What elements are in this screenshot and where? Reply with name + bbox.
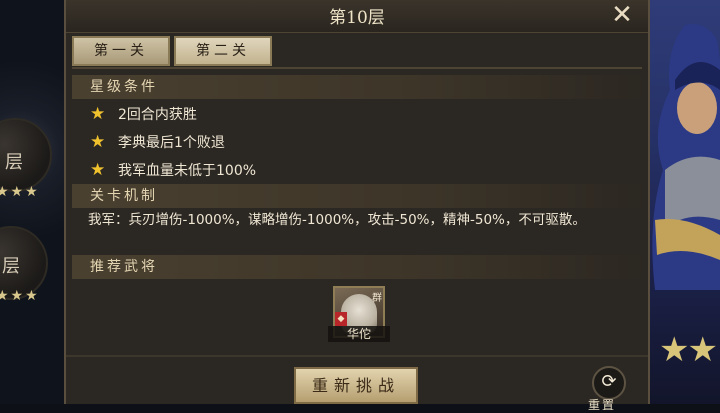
background-stars: ★★: [659, 330, 718, 370]
condition-text: 李典最后1个败退: [118, 135, 225, 151]
star-icon: ★: [90, 160, 106, 180]
section-recommended: 推荐武将: [72, 255, 642, 279]
floor-label: 层: [2, 256, 20, 277]
reset-icon[interactable]: ⟳: [592, 366, 626, 400]
hero-tag-icon: ◆: [335, 312, 347, 326]
tab-divider: [72, 67, 642, 69]
background-left: [0, 0, 70, 404]
mechanics-text: 我军：兵刃增伤-1000%，谋略增伤-1000%，攻击-50%，精神-50%，不…: [88, 212, 586, 228]
condition-text: 2回合内获胜: [118, 107, 197, 123]
hero-faction: 群: [372, 293, 382, 304]
condition-item: ★ 2回合内获胜: [90, 102, 197, 126]
floor-label: 层: [5, 152, 23, 173]
stage-dialog: 第10层 ✕ 第一关 第二关 星级条件 ★ 2回合内获胜 ★ 李典最后1个败退 ★ 我…: [64, 0, 650, 412]
star-icon: ★: [90, 132, 106, 152]
tab-stage-2[interactable]: 第二关: [174, 36, 272, 66]
star-icon: ★: [90, 104, 106, 124]
title-bar: 第10层 ✕: [66, 0, 648, 33]
section-mechanics: 关卡机制: [72, 184, 642, 208]
condition-item: ★ 李典最后1个败退: [90, 130, 225, 154]
dialog-title: 第10层: [329, 8, 385, 28]
condition-item: ★ 我军血量未低于100%: [90, 158, 256, 182]
footer-divider: [66, 355, 648, 357]
section-star-conditions: 星级条件: [72, 75, 642, 99]
general-portrait: [652, 24, 720, 290]
hero-name: 华佗: [328, 326, 390, 342]
floor-stars: ★★★: [0, 184, 40, 200]
tab-stage-1[interactable]: 第一关: [72, 36, 170, 66]
close-icon[interactable]: ✕: [610, 2, 634, 28]
reset-label[interactable]: 重置: [588, 396, 616, 413]
condition-text: 我军血量未低于100%: [118, 163, 257, 179]
retry-button[interactable]: 重新挑战: [294, 367, 418, 404]
floor-stars: ★★★: [0, 288, 40, 304]
